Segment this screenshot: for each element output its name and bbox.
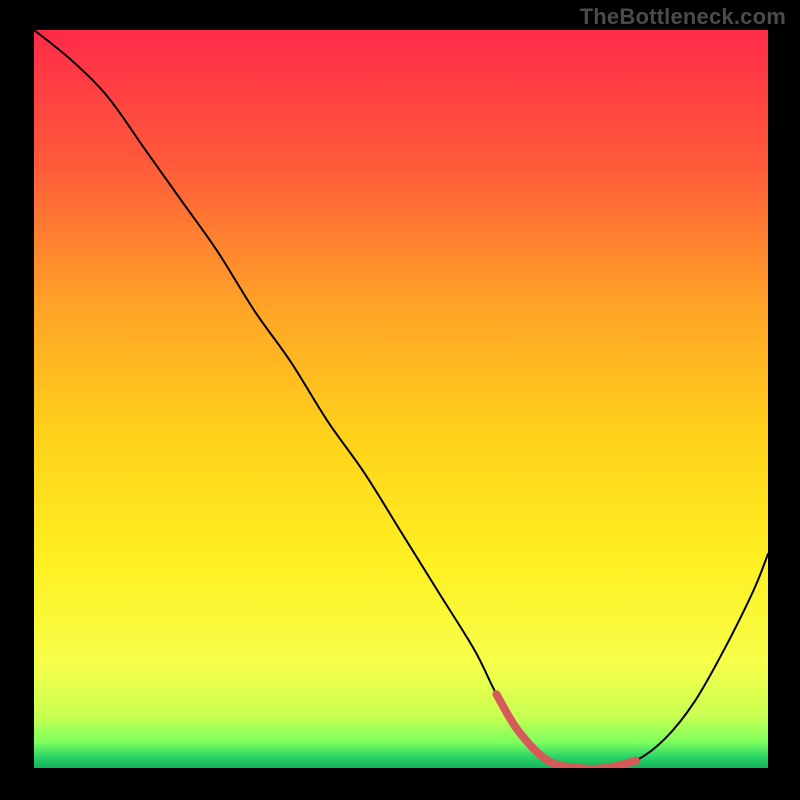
gradient-background: [34, 30, 768, 768]
plot-area: [34, 30, 768, 768]
chart-frame: TheBottleneck.com: [0, 0, 800, 800]
bottleneck-chart: [34, 30, 768, 768]
watermark-text: TheBottleneck.com: [580, 4, 786, 30]
